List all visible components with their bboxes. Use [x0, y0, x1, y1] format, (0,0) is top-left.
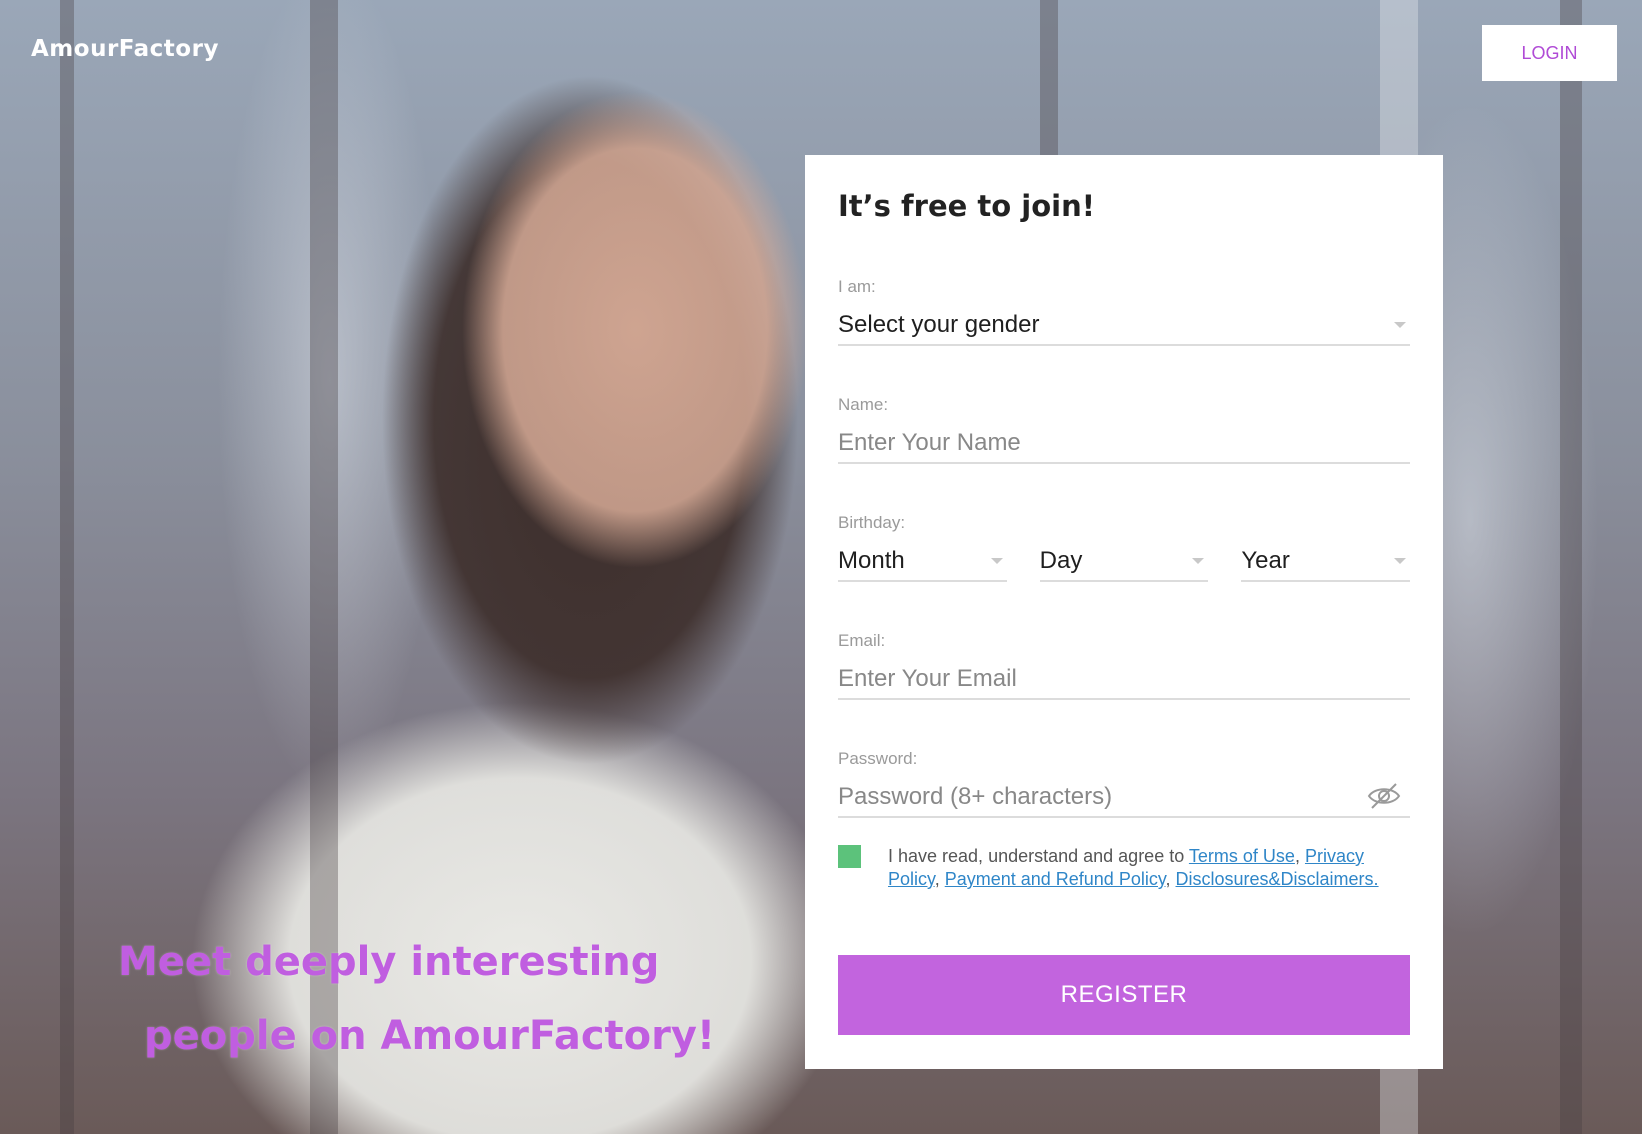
- tagline-line-1: Meet deeply interesting: [118, 939, 660, 985]
- login-button[interactable]: LOGIN: [1482, 25, 1617, 81]
- password-input-placeholder: Password (8+ characters): [838, 783, 1113, 810]
- gender-field: I am: Select your gender: [838, 276, 1410, 346]
- email-input-placeholder: Enter Your Email: [838, 665, 1017, 692]
- day-select-value: Day: [1039, 547, 1083, 574]
- chevron-down-icon: [990, 558, 1003, 564]
- terms-agreement: I have read, understand and agree to Ter…: [838, 845, 1410, 891]
- gender-label: I am:: [838, 277, 876, 296]
- agree-checkbox[interactable]: [838, 845, 861, 868]
- birthday-field: Birthday: Month Day Year: [838, 512, 1411, 582]
- gender-select-value: Select your gender: [838, 311, 1040, 338]
- name-input-placeholder: Enter Your Name: [838, 429, 1021, 456]
- payment-refund-link[interactable]: Payment and Refund Policy: [945, 869, 1166, 889]
- chevron-down-icon: [1394, 558, 1407, 564]
- landing-page: AmourFactory LOGIN Meet deeply interesti…: [0, 0, 1642, 1134]
- month-select[interactable]: Month: [838, 542, 1007, 582]
- background-tree: [60, 0, 74, 1134]
- email-field: Email: Enter Your Email: [838, 630, 1410, 700]
- name-input[interactable]: Enter Your Name: [838, 424, 1410, 464]
- register-button[interactable]: REGISTER: [838, 955, 1410, 1035]
- tagline-line-2: people on AmourFactory!: [144, 1013, 716, 1059]
- name-field: Name: Enter Your Name: [838, 394, 1410, 464]
- background-tree: [1560, 0, 1582, 1134]
- disclosures-link[interactable]: Disclosures&Disclaimers.: [1176, 869, 1379, 889]
- password-field: Password: Password (8+ characters): [838, 748, 1410, 818]
- chevron-down-icon: [1394, 322, 1406, 328]
- year-select-value: Year: [1241, 547, 1290, 574]
- site-logo[interactable]: AmourFactory: [31, 36, 219, 62]
- chevron-down-icon: [1192, 558, 1205, 564]
- form-title: It’s free to join!: [838, 189, 1095, 223]
- day-select[interactable]: Day: [1039, 542, 1209, 582]
- password-label: Password:: [838, 749, 918, 768]
- email-input[interactable]: Enter Your Email: [838, 660, 1410, 700]
- eye-off-icon[interactable]: [1366, 781, 1402, 811]
- terms-of-use-link[interactable]: Terms of Use: [1189, 846, 1295, 866]
- birthday-selects: Month Day Year: [838, 534, 1411, 582]
- name-label: Name:: [838, 395, 889, 414]
- agree-text: I have read, understand and agree to Ter…: [888, 846, 1379, 889]
- email-label: Email:: [838, 631, 886, 650]
- gender-select[interactable]: Select your gender: [838, 306, 1410, 346]
- birthday-label: Birthday:: [838, 513, 906, 532]
- password-input[interactable]: Password (8+ characters): [838, 778, 1410, 818]
- background-tree: [1040, 0, 1058, 160]
- agree-prefix: I have read, understand and agree to: [888, 846, 1185, 866]
- year-select[interactable]: Year: [1241, 542, 1411, 582]
- signup-card: It’s free to join! I am: Select your gen…: [805, 155, 1443, 1069]
- hero-tagline: Meet deeply interesting people on AmourF…: [118, 925, 715, 1073]
- month-select-value: Month: [838, 547, 905, 574]
